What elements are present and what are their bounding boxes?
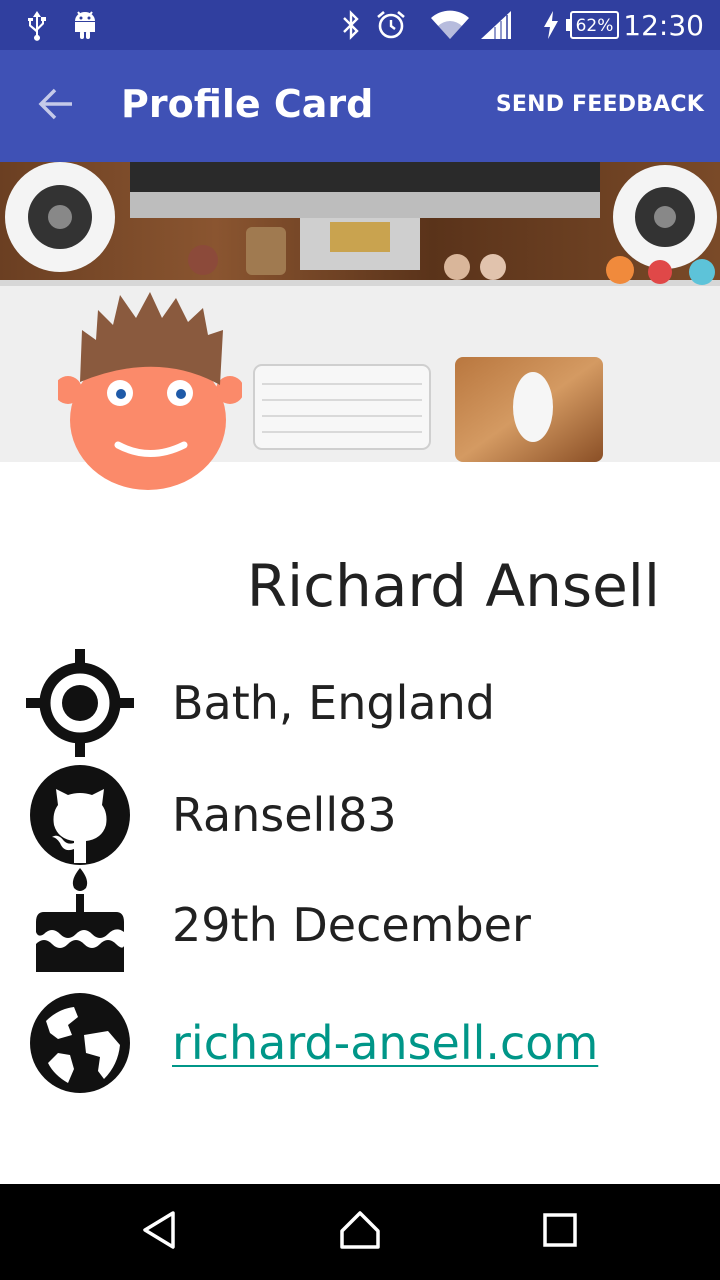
bluetooth-icon [338,8,364,42]
profile-name: Richard Ansell [246,552,660,620]
android-icon [70,8,100,42]
status-bar: 62% 12:30 [0,0,720,50]
app-bar: Profile Card SEND FEEDBACK [0,50,720,162]
usb-icon [22,8,52,42]
charging-icon [540,8,562,42]
globe-icon [22,988,138,1098]
location-icon [22,648,138,758]
birthday-row: 29th December [0,866,720,976]
back-button[interactable] [24,80,88,132]
back-triangle-icon [140,1210,180,1255]
arrow-back-icon [37,87,75,126]
nav-recents-button[interactable] [530,1202,590,1262]
clock-time: 12:30 [623,9,704,42]
website-link[interactable]: richard-ansell.com [172,1016,598,1070]
location-row: Bath, England [0,648,720,758]
wifi-icon [428,8,472,42]
avatar [54,290,244,495]
page-title: Profile Card [121,82,374,126]
github-username: Ransell83 [172,788,397,842]
cake-icon [22,866,138,976]
signal-icon [478,8,514,42]
home-icon [338,1209,382,1256]
nav-back-button[interactable] [130,1202,190,1262]
website-row: richard-ansell.com [0,988,720,1098]
birthday-text: 29th December [172,898,531,952]
github-row: Ransell83 [0,760,720,870]
github-icon [22,760,138,870]
svg-text:62%: 62% [576,16,614,36]
send-feedback-button[interactable]: SEND FEEDBACK [496,92,704,117]
navigation-bar [0,1184,720,1280]
alarm-icon [374,8,408,42]
nav-home-button[interactable] [330,1202,390,1262]
battery-icon: 62% [564,8,620,42]
recents-icon [542,1212,578,1253]
location-text: Bath, England [172,676,495,730]
